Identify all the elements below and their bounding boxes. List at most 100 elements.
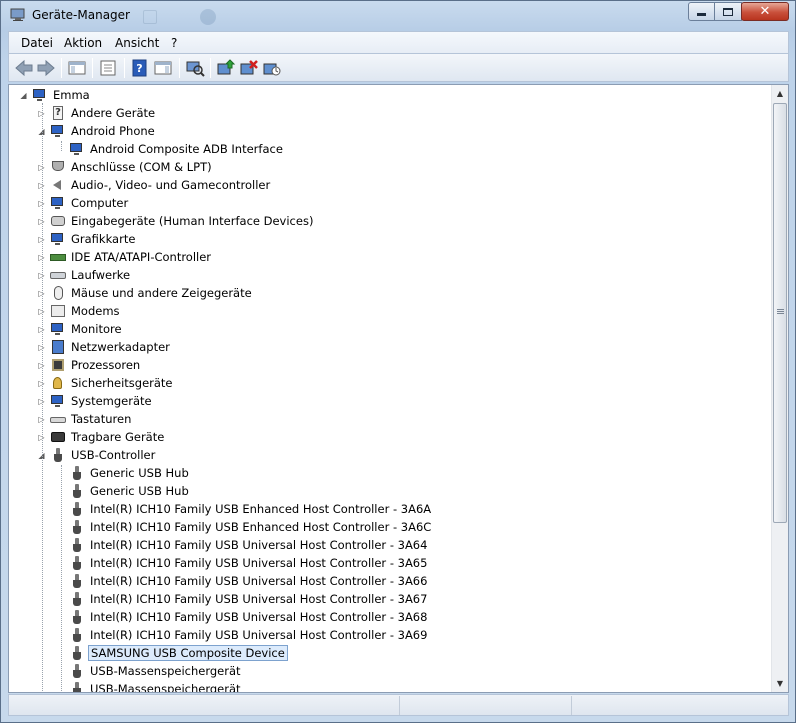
action-pane-icon[interactable] xyxy=(153,59,173,77)
properties-icon[interactable] xyxy=(98,59,118,77)
speaker-icon xyxy=(50,177,66,193)
keyboard-icon xyxy=(50,411,66,427)
menu-datei[interactable]: Datei xyxy=(21,36,53,50)
tree-item-label: Eingabegeräte (Human Interface Devices) xyxy=(71,214,314,228)
usb-icon xyxy=(69,501,85,517)
phone-icon xyxy=(50,123,66,139)
vertical-scrollbar[interactable]: ▲ ▼ xyxy=(771,85,788,692)
tree-device-item[interactable]: Intel(R) ICH10 Family USB Universal Host… xyxy=(56,608,429,626)
help-icon[interactable]: ? xyxy=(130,59,150,77)
usb-icon xyxy=(69,627,85,643)
tree-item-label: Generic USB Hub xyxy=(90,484,189,498)
tree-category-item[interactable]: ▷ IDE ATA/ATAPI-Controller xyxy=(37,248,213,266)
tree-device-item[interactable]: Intel(R) ICH10 Family USB Universal Host… xyxy=(56,572,429,590)
minimize-button[interactable] xyxy=(688,2,715,21)
menu-help[interactable]: ? xyxy=(171,36,177,50)
menu-bar: Datei Aktion Ansicht ? xyxy=(8,31,789,53)
tree-item-label: Systemgeräte xyxy=(71,394,152,408)
tree-category-item[interactable]: ▷ Laufwerke xyxy=(37,266,132,284)
usb-icon xyxy=(69,663,85,679)
ide-controller-icon xyxy=(50,249,66,265)
tree-device-item-selected[interactable]: SAMSUNG USB Composite Device xyxy=(56,644,288,662)
toolbar-separator xyxy=(179,58,180,78)
tree-root-emma[interactable]: ◢ Emma xyxy=(19,86,92,104)
tree-category-item[interactable]: ▷ Anschlüsse (COM & LPT) xyxy=(37,158,214,176)
tree-item-label: Sicherheitsgeräte xyxy=(71,376,173,390)
tree-category-item[interactable]: ◢ USB-Controller xyxy=(37,446,157,464)
tree-device-item[interactable]: Android Composite ADB Interface xyxy=(56,140,285,158)
tree-item-label: Modems xyxy=(71,304,120,318)
tree-item-label: SAMSUNG USB Composite Device xyxy=(88,645,288,661)
monitor-icon xyxy=(50,321,66,337)
uninstall-icon[interactable] xyxy=(239,59,259,77)
tree-item-label: Grafikkarte xyxy=(71,232,136,246)
tree-device-item[interactable]: Generic USB Hub xyxy=(56,464,191,482)
tree-item-label: Computer xyxy=(71,196,129,210)
tree-device-item[interactable]: Intel(R) ICH10 Family USB Universal Host… xyxy=(56,536,429,554)
tree-category-item[interactable]: ▷ Systemgeräte xyxy=(37,392,154,410)
usb-icon xyxy=(69,591,85,607)
minimize-icon xyxy=(697,12,706,16)
tree-device-item[interactable]: Intel(R) ICH10 Family USB Universal Host… xyxy=(56,626,429,644)
status-cell xyxy=(571,696,572,715)
tree-device-item[interactable]: Intel(R) ICH10 Family USB Universal Host… xyxy=(56,554,429,572)
tree-item-label: Intel(R) ICH10 Family USB Universal Host… xyxy=(90,556,428,570)
tree-guide-line xyxy=(61,465,62,692)
svg-text:?: ? xyxy=(136,62,142,75)
tree-category-item[interactable]: ▷ Prozessoren xyxy=(37,356,142,374)
system-device-icon xyxy=(50,393,66,409)
tree-category-item[interactable]: ▷ Grafikkarte xyxy=(37,230,137,248)
toolbar-separator xyxy=(124,58,125,78)
scan-hardware-icon[interactable] xyxy=(185,59,205,77)
tree-category-item[interactable]: ▷ Tragbare Geräte xyxy=(37,428,166,446)
show-hide-console-tree-icon[interactable] xyxy=(67,59,87,77)
device-manager-app-icon xyxy=(10,8,26,22)
tree-device-item[interactable]: USB-Massenspeichergerät xyxy=(56,662,243,680)
tree-category-item[interactable]: ▷ Monitore xyxy=(37,320,124,338)
back-arrow-icon[interactable] xyxy=(14,59,34,77)
menu-ansicht[interactable]: Ansicht xyxy=(115,36,159,50)
title-bar[interactable]: Geräte-Manager ✕ xyxy=(1,1,795,31)
tree-device-item[interactable]: USB-Massenspeichergerät xyxy=(56,680,243,692)
tree-guide-line xyxy=(61,141,62,151)
tree-item-label: Intel(R) ICH10 Family USB Universal Host… xyxy=(90,610,428,624)
status-cell xyxy=(399,696,400,715)
usb-icon xyxy=(69,681,85,692)
tree-device-item[interactable]: Intel(R) ICH10 Family USB Enhanced Host … xyxy=(56,518,433,536)
tree-category-item[interactable]: ▷ Netzwerkadapter xyxy=(37,338,172,356)
tree-item-label: Netzwerkadapter xyxy=(71,340,170,354)
update-driver-icon[interactable] xyxy=(216,59,236,77)
tree-category-item[interactable]: ▷ Computer xyxy=(37,194,130,212)
tree-item-label: Andere Geräte xyxy=(71,106,156,120)
tree-category-item[interactable]: ▷ Audio-, Video- und Gamecontroller xyxy=(37,176,272,194)
processor-icon xyxy=(50,357,66,373)
tree-category-item[interactable]: ▷ Sicherheitsgeräte xyxy=(37,374,175,392)
tree-category-item[interactable]: ▷ Tastaturen xyxy=(37,410,133,428)
tree-expander-icon[interactable]: ◢ xyxy=(19,91,28,100)
tree-category-item[interactable]: ▷ Eingabegeräte (Human Interface Devices) xyxy=(37,212,315,230)
background-window-icon xyxy=(143,10,157,24)
tree-item-label: Tastaturen xyxy=(71,412,132,426)
tree-item-label: Intel(R) ICH10 Family USB Universal Host… xyxy=(90,538,428,552)
device-tree[interactable]: ◢ Emma ▷? Andere Geräte ◢ Android Phone Androi… xyxy=(8,84,789,693)
close-button[interactable]: ✕ xyxy=(741,2,789,21)
forward-arrow-icon[interactable] xyxy=(36,59,56,77)
tree-category-item[interactable]: ▷? Andere Geräte xyxy=(37,104,157,122)
tree-device-item[interactable]: Intel(R) ICH10 Family USB Enhanced Host … xyxy=(56,500,433,518)
tree-category-item[interactable]: ◢ Android Phone xyxy=(37,122,157,140)
menu-aktion[interactable]: Aktion xyxy=(64,36,102,50)
scroll-thumb[interactable] xyxy=(773,103,787,523)
usb-icon xyxy=(50,447,66,463)
network-adapter-icon xyxy=(50,339,66,355)
scroll-up-arrow[interactable]: ▲ xyxy=(772,85,788,102)
usb-icon xyxy=(69,483,85,499)
tree-item-label: USB-Massenspeichergerät xyxy=(90,664,241,678)
tree-category-item[interactable]: ▷ Mäuse und andere Zeigegeräte xyxy=(37,284,254,302)
tree-category-item[interactable]: ▷ Modems xyxy=(37,302,122,320)
maximize-button[interactable] xyxy=(714,2,742,21)
modem-icon xyxy=(50,303,66,319)
tree-device-item[interactable]: Intel(R) ICH10 Family USB Universal Host… xyxy=(56,590,429,608)
tree-device-item[interactable]: Generic USB Hub xyxy=(56,482,191,500)
disable-device-icon[interactable] xyxy=(262,59,282,77)
scroll-down-arrow[interactable]: ▼ xyxy=(772,675,788,692)
